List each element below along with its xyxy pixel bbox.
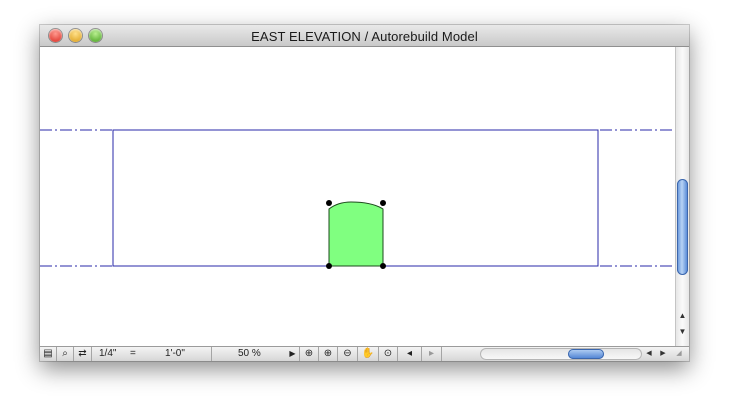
elevation-drawing	[40, 129, 675, 269]
horizontal-scroll-thumb[interactable]	[568, 349, 604, 359]
horizontal-scrollbar[interactable]	[480, 348, 642, 360]
zoom-out-icon[interactable]: ⊖	[338, 347, 358, 361]
status-bar: ▤ ⌕ ⇄ 1/4" = 1'-0" 50 % ▶ ⊕ ⊕ ⊖ ✋ ⊙ ◂ ▸ …	[40, 346, 689, 361]
resize-grip-icon[interactable]: ◢	[673, 348, 685, 360]
navigate-icon[interactable]: ⇄	[74, 347, 92, 361]
zoom-previous-icon[interactable]: ⊙	[379, 347, 398, 361]
zoom-in-icon[interactable]: ⊕	[319, 347, 338, 361]
zoom-back-icon[interactable]: ◂	[398, 347, 422, 361]
selection-handle[interactable]	[326, 263, 332, 269]
scroll-up-icon[interactable]: ▲	[676, 309, 689, 323]
scroll-right-icon[interactable]: ▶	[657, 348, 669, 360]
zoom-fit-icon[interactable]: ⊕	[300, 347, 319, 361]
scale-label: 1/4"	[99, 348, 117, 359]
selection-handle[interactable]	[326, 200, 332, 206]
pan-hand-icon[interactable]: ✋	[358, 347, 379, 361]
zoom-forward-icon[interactable]: ▸	[422, 347, 442, 361]
vertical-scroll-thumb[interactable]	[677, 179, 688, 275]
layer-settings-icon[interactable]: ▤	[40, 347, 57, 361]
play-arrow-icon[interactable]: ▶	[286, 347, 300, 361]
zoom-value[interactable]: 50 %	[238, 348, 261, 360]
title-bar[interactable]: EAST ELEVATION / Autorebuild Model	[40, 25, 689, 47]
scale-value: 1'-0"	[165, 348, 185, 359]
selection-handle[interactable]	[380, 263, 386, 269]
drawing-canvas[interactable]	[40, 47, 675, 346]
selection-handle[interactable]	[380, 200, 386, 206]
preview-icon[interactable]: ⌕	[57, 347, 74, 361]
scroll-down-icon[interactable]: ▼	[676, 325, 689, 339]
app-window: EAST ELEVATION / Autorebuild Model ▲ ▼ ▤…	[40, 25, 689, 361]
scale-equals: =	[130, 348, 136, 359]
vertical-scrollbar[interactable]: ▲ ▼	[675, 47, 689, 346]
window-title: EAST ELEVATION / Autorebuild Model	[251, 29, 478, 44]
scroll-left-icon[interactable]: ◀	[643, 348, 655, 360]
door-shape[interactable]	[328, 201, 384, 267]
